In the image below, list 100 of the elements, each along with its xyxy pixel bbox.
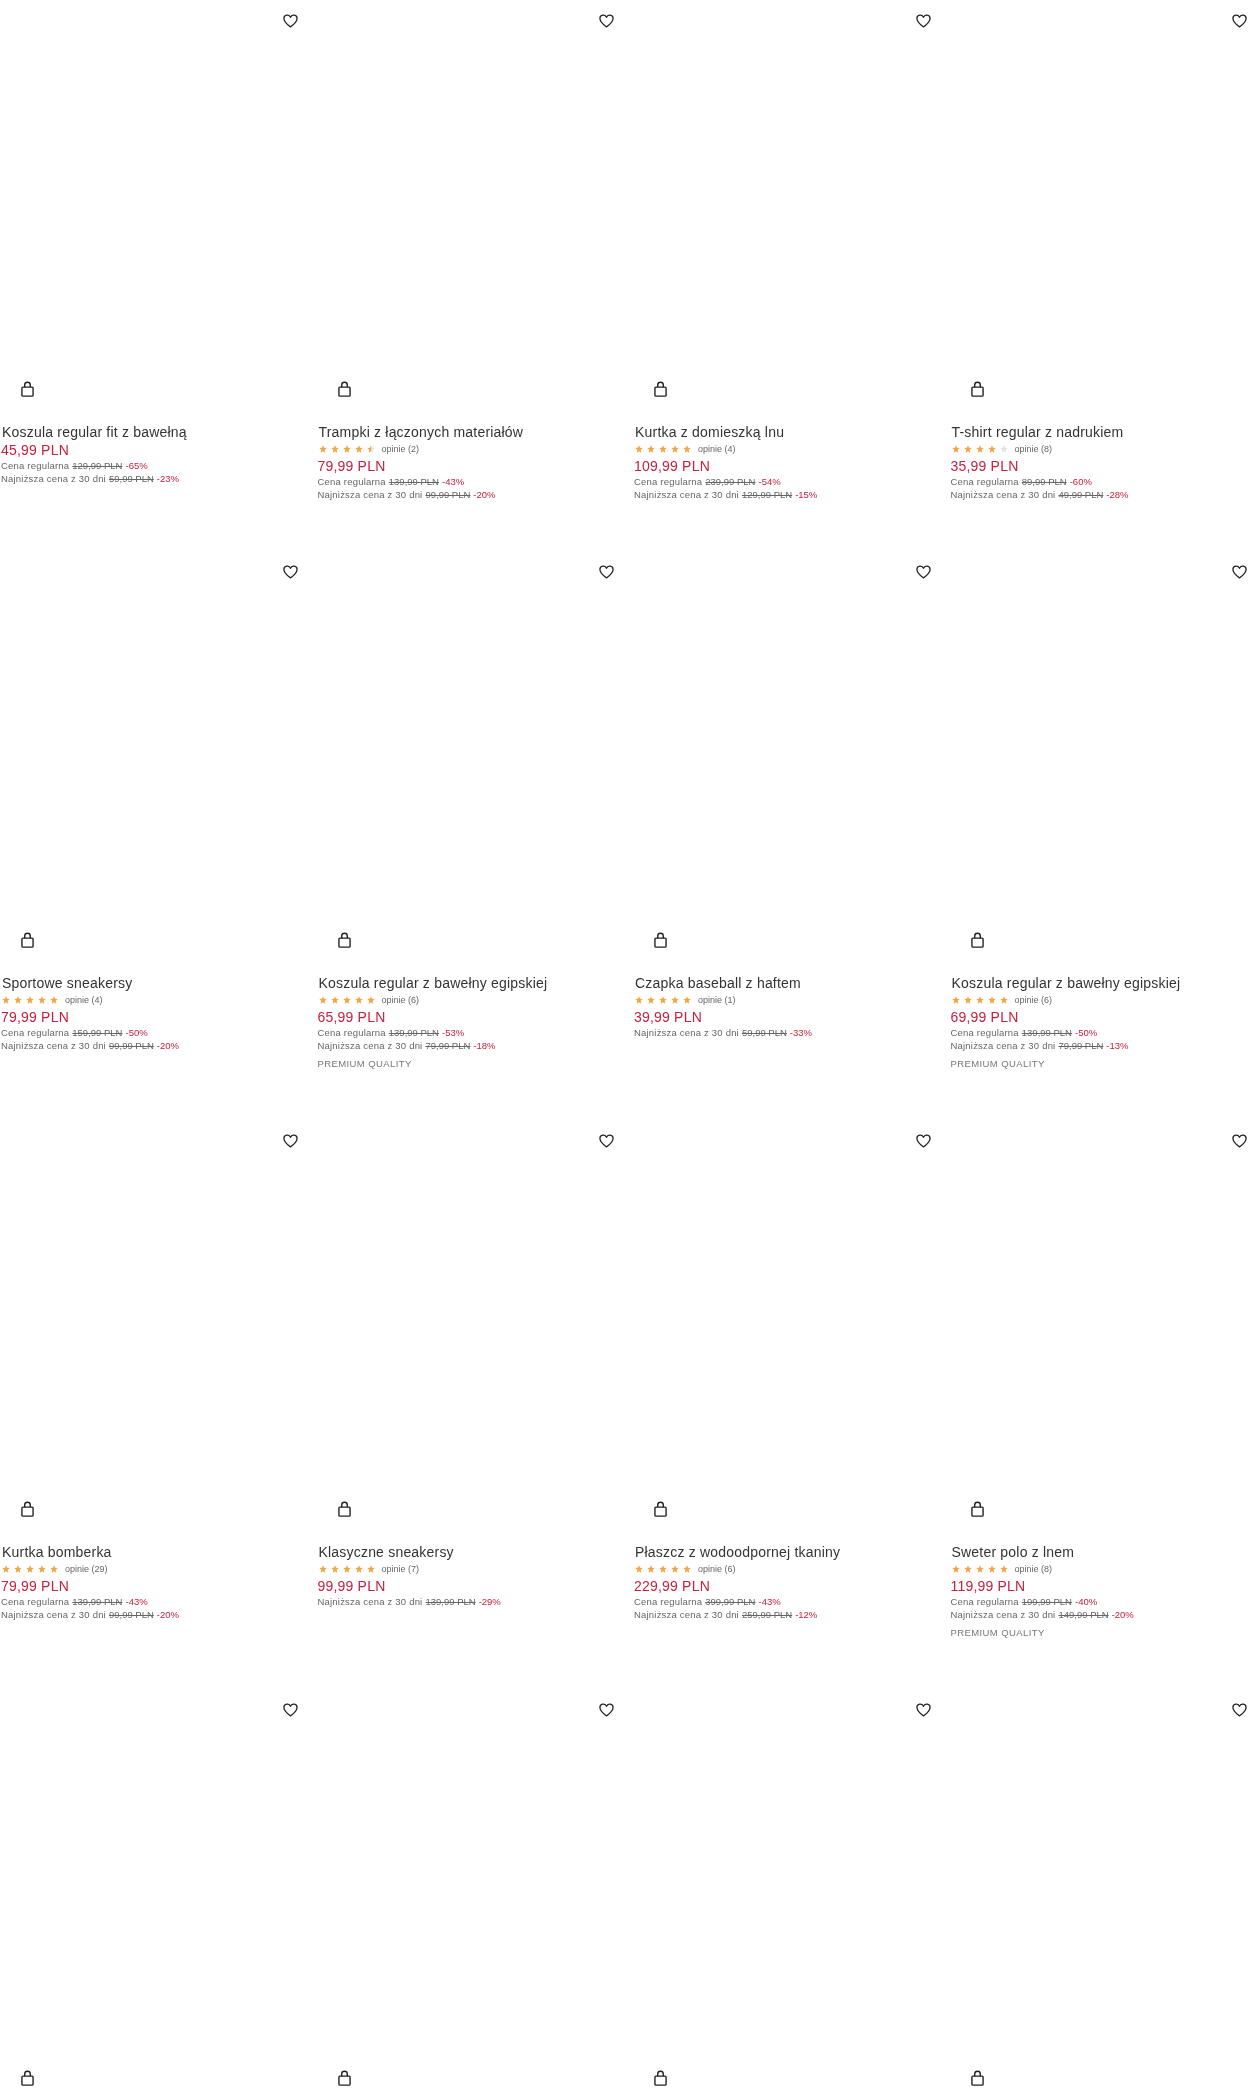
heart-icon[interactable] [599, 1703, 614, 1717]
review-count[interactable]: opinie (7) [381, 1563, 420, 1575]
star-icon [659, 445, 667, 453]
star-icon [354, 445, 363, 453]
shopping-bag-icon[interactable] [970, 932, 984, 948]
premium-quality-label: PREMIUM QUALITY [950, 1626, 1045, 1639]
discount-percent: -40% [1075, 1595, 1098, 1608]
shopping-bag-icon[interactable] [970, 381, 984, 397]
product-title[interactable]: Płaszcz z wodoodpornej tkaniny [635, 1543, 841, 1561]
review-count[interactable]: opinie (6) [698, 1563, 736, 1575]
old-price: 99,99 PLN [108, 1608, 154, 1621]
review-count[interactable]: opinie (4) [65, 994, 103, 1006]
discount-percent: -43% [442, 475, 465, 488]
price-note-label: Najniższa cena z 30 dni [317, 1039, 423, 1052]
shopping-bag-icon[interactable] [654, 381, 667, 397]
star-icon [354, 1565, 363, 1573]
star-icon [999, 1565, 1008, 1573]
star-icon [318, 996, 327, 1004]
star-icon [318, 445, 327, 453]
old-price: 139,99 PLN [72, 1595, 123, 1608]
review-count[interactable]: opinie (8) [1014, 1563, 1053, 1575]
heart-icon[interactable] [1232, 14, 1247, 28]
shopping-bag-icon[interactable] [970, 1501, 984, 1517]
sale-price: 39,99 PLN [634, 1008, 702, 1026]
star-icon [635, 445, 643, 453]
heart-icon[interactable] [282, 565, 298, 579]
heart-icon[interactable] [599, 565, 614, 579]
star-icon [366, 445, 375, 453]
shopping-bag-icon[interactable] [21, 2070, 34, 2086]
price-note-label: Cena regularna [950, 1026, 1019, 1039]
price-note-label: Najniższa cena z 30 dni [317, 488, 423, 501]
sale-price: 45,99 PLN [1, 441, 69, 459]
product-title[interactable]: Klasyczne sneakersy [318, 1543, 454, 1561]
product-title[interactable]: Koszula regular fit z bawełną [2, 423, 187, 441]
star-icon [647, 996, 655, 1004]
premium-quality-label: PREMIUM QUALITY [950, 1057, 1045, 1070]
heart-icon[interactable] [1232, 1703, 1247, 1717]
review-count[interactable]: opinie (4) [698, 443, 736, 455]
product-title[interactable]: T-shirt regular z nadrukiem [951, 423, 1124, 441]
review-count[interactable]: opinie (6) [381, 994, 420, 1006]
product-title[interactable]: Kurtka bomberka [2, 1543, 112, 1561]
shopping-bag-icon[interactable] [337, 1501, 351, 1517]
old-price: 99,99 PLN [425, 488, 471, 501]
discount-percent: -54% [758, 475, 781, 488]
heart-icon[interactable] [1232, 565, 1247, 579]
old-price: 139,99 PLN [388, 475, 439, 488]
price-note-label: Najniższa cena z 30 dni [634, 488, 739, 501]
review-count[interactable]: opinie (2) [381, 443, 420, 455]
price-note-label: Najniższa cena z 30 dni [950, 1608, 1056, 1621]
review-count[interactable]: opinie (6) [1014, 994, 1053, 1006]
old-price: 79,99 PLN [425, 1039, 471, 1052]
discount-percent: -28% [1106, 488, 1129, 501]
star-icon [951, 1565, 960, 1573]
price-note-label: Najniższa cena z 30 dni [634, 1608, 739, 1621]
sale-price: 79,99 PLN [317, 457, 386, 475]
heart-icon[interactable] [915, 565, 931, 579]
star-icon [975, 996, 984, 1004]
shopping-bag-icon[interactable] [337, 932, 351, 948]
price-note-label: Cena regularna [950, 475, 1019, 488]
heart-icon[interactable] [282, 1134, 298, 1148]
product-title[interactable]: Kurtka z domieszką lnu [635, 423, 785, 441]
old-price: 59,99 PLN [741, 1026, 787, 1039]
product-title[interactable]: Koszula regular z bawełny egipskiej [951, 974, 1181, 992]
shopping-bag-icon[interactable] [21, 1501, 34, 1517]
heart-icon[interactable] [1232, 1134, 1247, 1148]
heart-icon[interactable] [915, 1134, 931, 1148]
star-icon [26, 996, 34, 1004]
review-count[interactable]: opinie (8) [1014, 443, 1053, 455]
price-note-label: Cena regularna [1, 1026, 70, 1039]
heart-icon[interactable] [599, 1134, 614, 1148]
product-title[interactable]: Czapka baseball z haftem [635, 974, 801, 992]
heart-icon[interactable] [599, 14, 614, 28]
shopping-bag-icon[interactable] [654, 1501, 667, 1517]
product-title[interactable]: Sportowe sneakersy [2, 974, 133, 992]
star-icon [963, 1565, 972, 1573]
shopping-bag-icon[interactable] [337, 2070, 351, 2086]
shopping-bag-icon[interactable] [21, 381, 34, 397]
discount-percent: -20% [156, 1608, 180, 1621]
old-price: 89,99 PLN [1021, 475, 1067, 488]
product-title[interactable]: Koszula regular z bawełny egipskiej [318, 974, 548, 992]
shopping-bag-icon[interactable] [337, 381, 351, 397]
heart-icon[interactable] [915, 1703, 931, 1717]
product-title[interactable]: Sweter polo z lnem [951, 1543, 1075, 1561]
heart-icon[interactable] [282, 1703, 298, 1717]
shopping-bag-icon[interactable] [21, 932, 34, 948]
price-note-label: Cena regularna [1, 459, 70, 472]
review-count[interactable]: opinie (29) [65, 1563, 108, 1575]
review-count[interactable]: opinie (1) [698, 994, 736, 1006]
price-note-label: Cena regularna [317, 1026, 386, 1039]
heart-icon[interactable] [915, 14, 931, 28]
shopping-bag-icon[interactable] [970, 2070, 984, 2086]
star-icon [975, 445, 984, 453]
price-note-label: Najniższa cena z 30 dni [1, 472, 106, 485]
star-icon [975, 1565, 984, 1573]
old-price: 199,99 PLN [1021, 1595, 1072, 1608]
shopping-bag-icon[interactable] [654, 932, 667, 948]
star-icon [647, 445, 655, 453]
product-title[interactable]: Trampki z łączonych materiałów [318, 423, 524, 441]
shopping-bag-icon[interactable] [654, 2070, 667, 2086]
heart-icon[interactable] [282, 14, 298, 28]
